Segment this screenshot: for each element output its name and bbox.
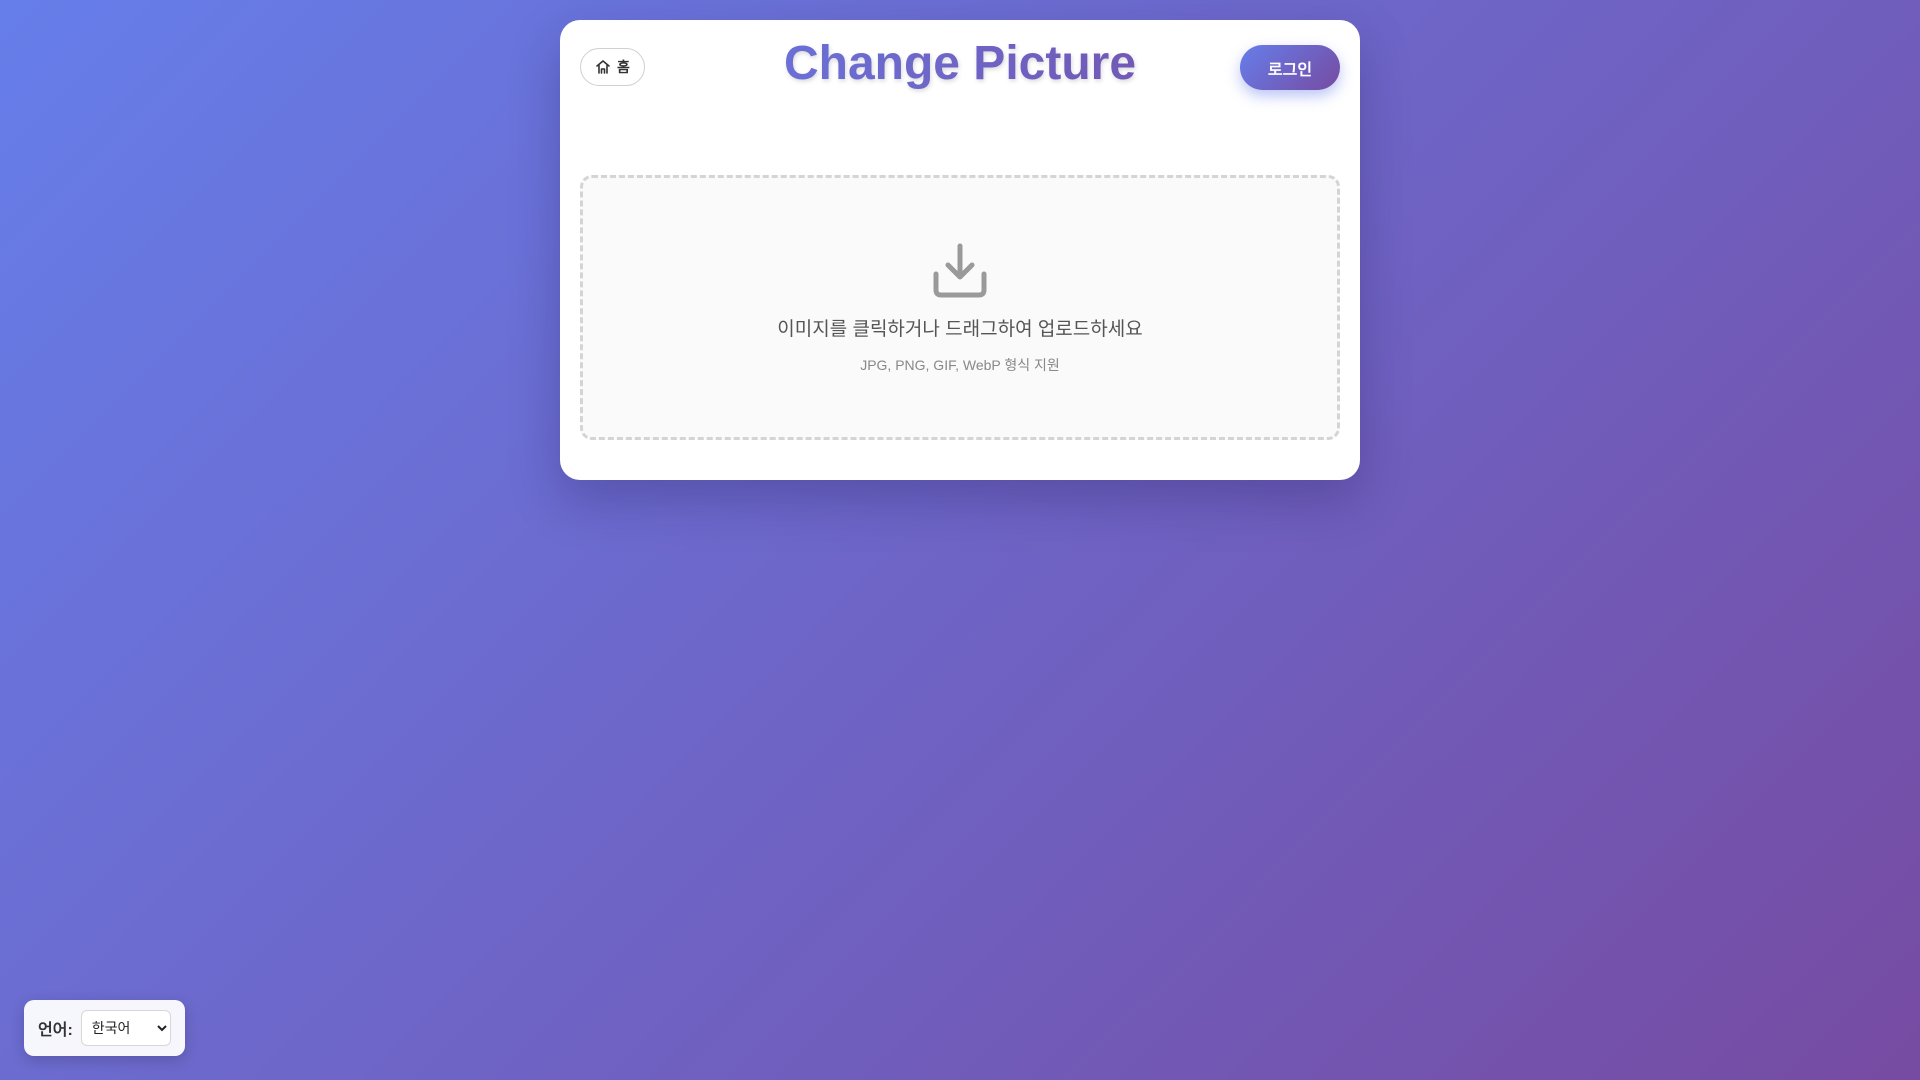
login-button[interactable]: 로그인 bbox=[1240, 45, 1340, 90]
home-button[interactable]: 홈 bbox=[580, 48, 645, 86]
home-label: 홈 bbox=[617, 59, 630, 75]
home-icon bbox=[596, 60, 610, 74]
language-label: 언어: bbox=[38, 1022, 73, 1039]
language-selector-panel: 언어: 한국어 bbox=[24, 1000, 185, 1056]
upload-instruction: 이미지를 클릭하거나 드래그하여 업로드하세요 bbox=[777, 319, 1143, 340]
main-card: 홈 Change Picture 로그인 이미지를 클릭하거나 드래그하여 업로… bbox=[560, 20, 1360, 480]
upload-dropzone[interactable]: 이미지를 클릭하거나 드래그하여 업로드하세요 JPG, PNG, GIF, W… bbox=[580, 175, 1340, 440]
language-select[interactable]: 한국어 bbox=[80, 1010, 171, 1046]
upload-format-hint: JPG, PNG, GIF, WebP 형식 지원 bbox=[860, 357, 1060, 373]
download-icon bbox=[933, 243, 987, 298]
